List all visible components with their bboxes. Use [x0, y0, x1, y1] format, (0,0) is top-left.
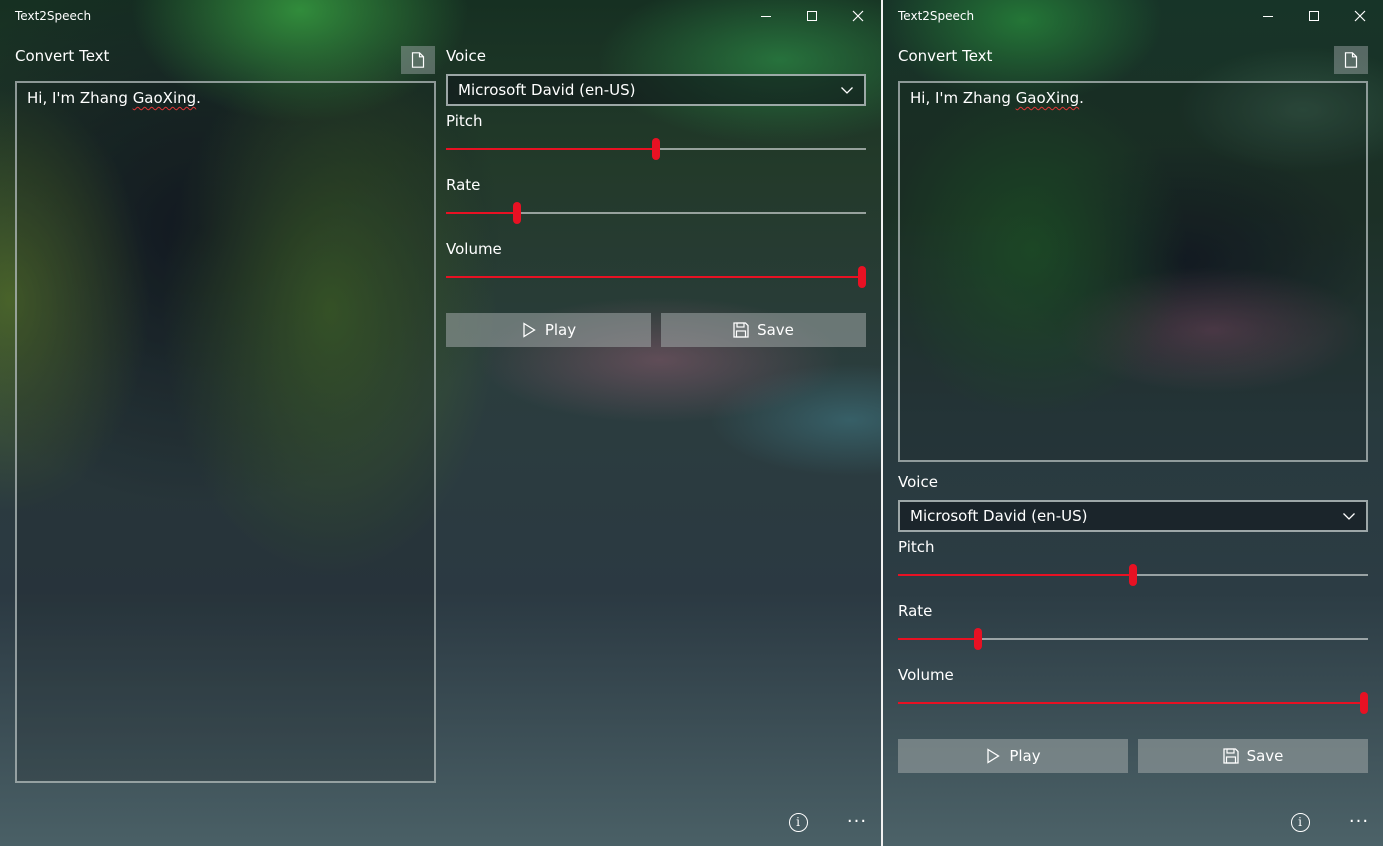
play-button-label: Play — [544, 321, 577, 339]
voice-dropdown[interactable]: Microsoft David (en-US) — [898, 500, 1368, 532]
minimize-button[interactable] — [743, 0, 789, 32]
pitch-slider[interactable] — [446, 138, 866, 160]
minimize-button[interactable] — [1245, 0, 1291, 32]
save-button[interactable]: Save — [661, 313, 866, 347]
play-button[interactable]: Play — [898, 739, 1128, 773]
convert-text-input[interactable]: Hi, I'm Zhang GaoXing. — [898, 81, 1368, 462]
save-button[interactable]: Save — [1138, 739, 1368, 773]
slider-thumb[interactable] — [513, 202, 522, 224]
close-button[interactable] — [835, 0, 881, 32]
play-button[interactable]: Play — [446, 313, 651, 347]
info-icon: i — [1290, 812, 1310, 832]
minimize-icon — [761, 15, 771, 17]
pitch-slider[interactable] — [898, 564, 1368, 586]
slider-fill — [898, 638, 978, 640]
voice-dropdown[interactable]: Microsoft David (en-US) — [446, 74, 866, 106]
play-button-label: Play — [1009, 747, 1041, 765]
save-icon — [733, 322, 749, 338]
voice-selected-value: Microsoft David (en-US) — [910, 507, 1088, 525]
close-icon — [1354, 10, 1366, 22]
volume-slider[interactable] — [898, 692, 1368, 714]
slider-fill — [898, 574, 1133, 576]
text-content: Hi, I'm Zhang — [910, 89, 1016, 107]
slider-fill — [446, 148, 656, 150]
slider-fill — [446, 212, 518, 214]
chevron-down-icon — [1343, 513, 1355, 520]
more-icon: ··· — [1348, 811, 1370, 832]
app-window-wide: Text2Speech Convert Text Hi, I'm Zhang G… — [0, 0, 881, 846]
slider-thumb[interactable] — [1360, 692, 1368, 714]
slider-fill — [898, 702, 1364, 704]
rate-slider[interactable] — [898, 628, 1368, 650]
close-button[interactable] — [1337, 0, 1383, 32]
maximize-button[interactable] — [1291, 0, 1337, 32]
convert-text-label: Convert Text — [898, 47, 993, 65]
slider-thumb[interactable] — [1129, 564, 1137, 586]
play-icon — [987, 748, 1001, 764]
slider-thumb[interactable] — [858, 266, 866, 288]
save-button-label: Save — [1246, 747, 1284, 765]
voice-selected-value: Microsoft David (en-US) — [458, 81, 636, 99]
info-icon: i — [788, 812, 808, 832]
text-content-end: . — [196, 89, 201, 107]
chevron-down-icon — [841, 87, 853, 94]
maximize-icon — [1309, 11, 1319, 21]
voice-label: Voice — [446, 47, 486, 65]
open-file-button[interactable] — [401, 46, 435, 74]
convert-text-input[interactable]: Hi, I'm Zhang GaoXing. — [15, 81, 436, 783]
volume-slider[interactable] — [446, 266, 866, 288]
text-content: Hi, I'm Zhang — [27, 89, 133, 107]
minimize-icon — [1263, 15, 1273, 17]
maximize-button[interactable] — [789, 0, 835, 32]
volume-label: Volume — [446, 240, 502, 258]
file-icon — [411, 52, 425, 68]
app-title: Text2Speech — [15, 9, 92, 23]
maximize-icon — [807, 11, 817, 21]
title-bar[interactable]: Text2Speech — [0, 0, 881, 32]
rate-label: Rate — [446, 176, 481, 194]
file-icon — [1344, 52, 1358, 68]
open-file-button[interactable] — [1334, 46, 1368, 74]
slider-thumb[interactable] — [973, 628, 982, 650]
more-button[interactable]: ··· — [1347, 810, 1371, 834]
pitch-label: Pitch — [446, 112, 483, 130]
misspelled-word: GaoXing — [1015, 89, 1080, 107]
convert-text-label: Convert Text — [15, 47, 110, 65]
volume-label: Volume — [898, 666, 954, 684]
slider-fill — [446, 276, 862, 278]
play-icon — [523, 322, 536, 338]
rate-slider[interactable] — [446, 202, 866, 224]
info-button[interactable]: i — [786, 810, 810, 834]
text-content-end: . — [1079, 89, 1084, 107]
app-window-narrow: Text2Speech Convert Text Hi, I'm Zhang G… — [883, 0, 1383, 846]
close-icon — [852, 10, 864, 22]
save-icon — [1222, 748, 1239, 764]
misspelled-word: GaoXing — [132, 89, 197, 107]
more-icon: ··· — [846, 811, 868, 832]
more-button[interactable]: ··· — [845, 810, 869, 834]
save-button-label: Save — [757, 321, 794, 339]
pitch-label: Pitch — [898, 538, 935, 556]
app-title: Text2Speech — [898, 9, 975, 23]
title-bar[interactable]: Text2Speech — [883, 0, 1383, 32]
voice-label: Voice — [898, 473, 938, 491]
slider-thumb[interactable] — [652, 138, 660, 160]
rate-label: Rate — [898, 602, 933, 620]
info-button[interactable]: i — [1288, 810, 1312, 834]
